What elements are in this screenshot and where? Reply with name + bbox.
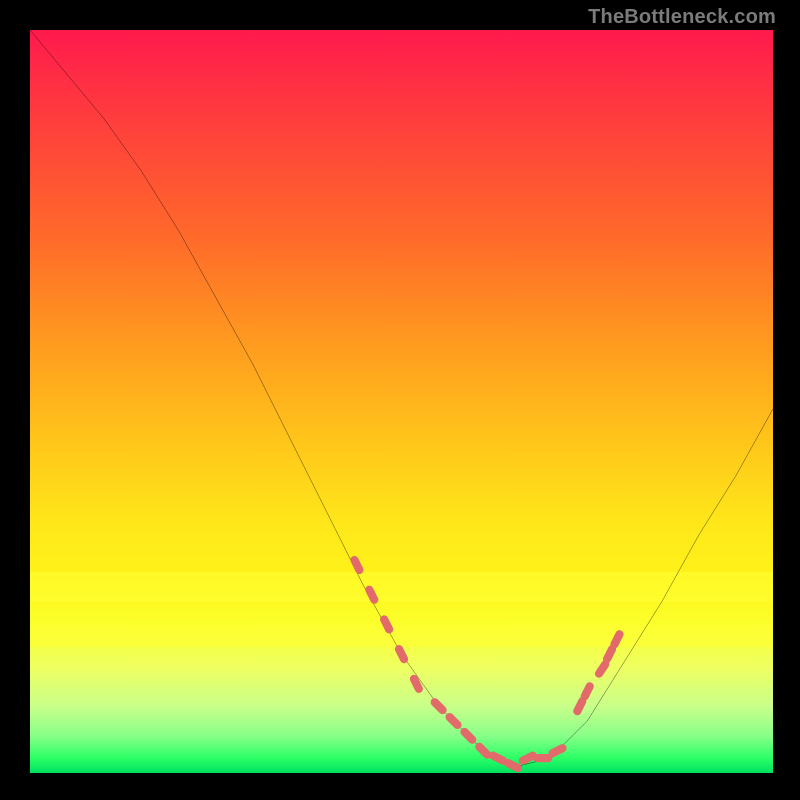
watermark-text: TheBottleneck.com [588,6,776,29]
curve-marker [429,696,448,715]
curve-marker [459,726,478,745]
chart-stage: TheBottleneck.com [0,0,800,800]
curve-marker [609,629,625,650]
marker-group [349,554,625,773]
plot-area [30,30,773,773]
curve-marker [364,584,380,605]
curve-layer [30,30,773,773]
curve-marker [579,681,595,702]
curve-marker [394,644,410,665]
curve-marker [379,614,395,635]
curve-marker [547,743,568,759]
curve-marker [444,711,463,730]
curve-marker [349,554,365,575]
curve-marker [408,673,424,694]
